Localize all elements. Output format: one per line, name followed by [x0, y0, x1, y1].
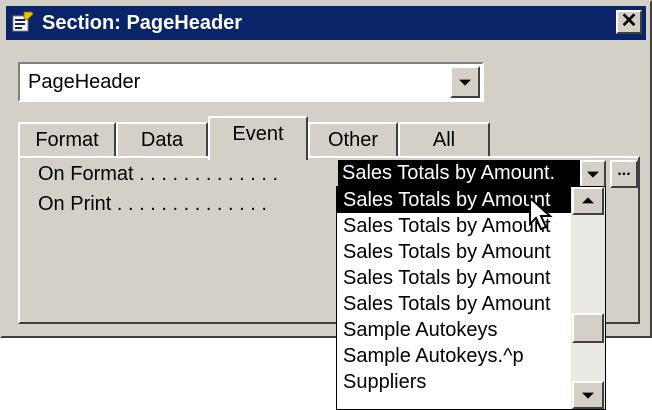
property-sheet-icon: [12, 11, 34, 32]
chevron-down-icon: [587, 171, 599, 178]
scroll-thumb[interactable]: [572, 313, 604, 343]
title-bar[interactable]: Section: PageHeader ✕: [6, 6, 646, 40]
section-selector[interactable]: PageHeader: [18, 62, 484, 102]
arrow-pointer-icon: [529, 196, 553, 231]
macro-dropdown-list[interactable]: Sales Totals by Amount Sales Totals by Am…: [336, 186, 606, 410]
chevron-down-icon: [582, 392, 594, 399]
close-button[interactable]: ✕: [616, 10, 642, 34]
dropdown-item[interactable]: Sales Totals by Amount: [337, 239, 571, 265]
chevron-up-icon: [582, 197, 594, 204]
tab-other[interactable]: Other: [308, 122, 398, 158]
window-title: Section: PageHeader: [42, 12, 243, 34]
dropdown-item[interactable]: Sales Totals by Amount: [337, 265, 571, 291]
dropdown-item[interactable]: Suppliers: [337, 369, 571, 395]
section-selector-value: PageHeader: [28, 71, 141, 93]
section-selector-dropdown-button[interactable]: [450, 66, 480, 98]
dropdown-item[interactable]: Sales Totals by Amount: [337, 291, 571, 317]
dropdown-item[interactable]: Sample Autokeys: [337, 317, 571, 343]
property-label-on-print: On Print . . . . . . . . . . . . . .: [38, 193, 267, 215]
dropdown-scrollbar[interactable]: [571, 187, 605, 409]
chevron-down-icon: [459, 79, 471, 86]
tab-all[interactable]: All: [398, 122, 490, 158]
scroll-down-button[interactable]: [572, 381, 604, 409]
on-format-dropdown-button[interactable]: [580, 160, 606, 188]
builder-button[interactable]: ...: [610, 160, 638, 188]
property-label-on-format: On Format . . . . . . . . . . . . .: [38, 163, 279, 185]
tab-data[interactable]: Data: [116, 122, 208, 158]
dropdown-item[interactable]: Sample Autokeys.^p: [337, 343, 571, 369]
on-format-value-field[interactable]: Sales Totals by Amount.: [338, 160, 580, 188]
tab-format[interactable]: Format: [18, 122, 116, 158]
tab-event[interactable]: Event: [208, 116, 308, 160]
scroll-up-button[interactable]: [572, 187, 604, 215]
